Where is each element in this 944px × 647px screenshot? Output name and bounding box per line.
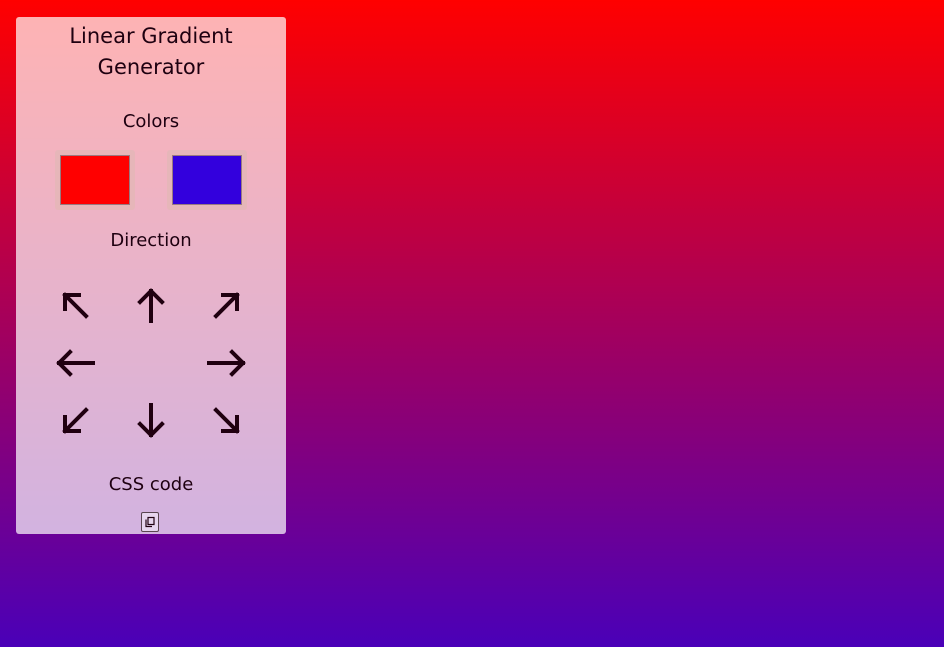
arrow-up-icon bbox=[137, 288, 165, 323]
arrow-left-icon bbox=[56, 349, 95, 377]
direction-left-button[interactable] bbox=[37, 334, 113, 392]
arrow-up-left-icon bbox=[62, 292, 89, 319]
end-color-picker[interactable] bbox=[167, 150, 247, 210]
arrow-right-icon bbox=[207, 349, 246, 377]
title-line-2: Generator bbox=[97, 55, 205, 79]
arrow-down-icon bbox=[137, 403, 165, 438]
direction-label: Direction bbox=[110, 230, 192, 251]
direction-top-left-button[interactable] bbox=[37, 276, 113, 334]
end-color-fill bbox=[172, 155, 242, 205]
direction-right-button[interactable] bbox=[189, 334, 265, 392]
direction-grid bbox=[37, 276, 265, 450]
arrow-up-right-icon bbox=[213, 292, 240, 319]
gradient-generator-panel: Linear Gradient Generator Colors Directi… bbox=[16, 17, 286, 534]
arrow-down-left-icon bbox=[62, 407, 89, 434]
color-swatches bbox=[55, 150, 247, 210]
direction-bottom-button[interactable] bbox=[113, 392, 189, 450]
direction-top-button[interactable] bbox=[113, 276, 189, 334]
direction-center-spacer bbox=[113, 334, 189, 392]
page-title: Linear Gradient Generator bbox=[16, 17, 286, 83]
start-color-fill bbox=[60, 155, 130, 205]
direction-top-right-button[interactable] bbox=[189, 276, 265, 334]
css-code-label: CSS code bbox=[108, 474, 194, 495]
copy-icon bbox=[145, 516, 155, 528]
direction-bottom-right-button[interactable] bbox=[189, 392, 265, 450]
colors-label: Colors bbox=[122, 111, 180, 132]
arrow-down-right-icon bbox=[213, 407, 240, 434]
title-line-1: Linear Gradient bbox=[69, 24, 233, 48]
start-color-picker[interactable] bbox=[55, 150, 135, 210]
copy-css-button[interactable] bbox=[141, 512, 159, 532]
direction-bottom-left-button[interactable] bbox=[37, 392, 113, 450]
